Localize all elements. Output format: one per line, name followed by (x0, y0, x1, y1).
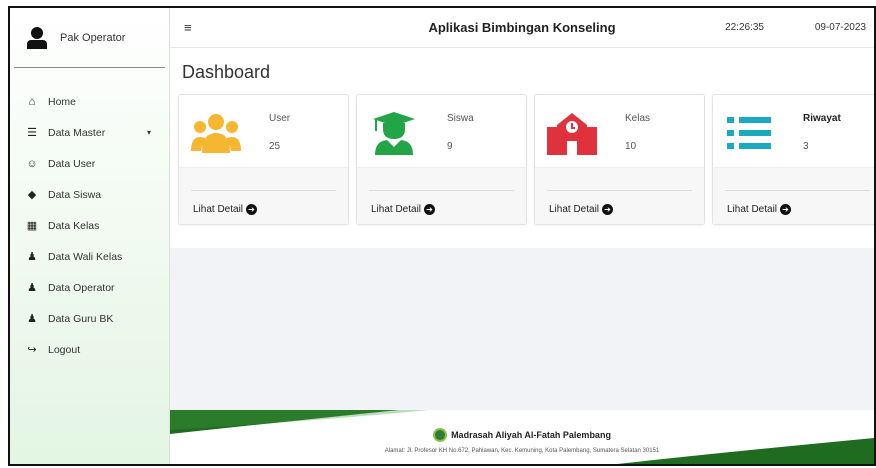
divider (369, 190, 514, 191)
sidebar-item-label: Data Master (48, 126, 106, 139)
divider (725, 190, 870, 191)
content-area (170, 248, 874, 410)
footer: Madrasah Aliyah Al-Fatah Palembang Alama… (170, 410, 874, 464)
detail-label: Lihat Detail (549, 204, 600, 215)
sidebar-item-data-operator[interactable]: ♟ Data Operator (10, 272, 169, 303)
divider (191, 190, 336, 191)
list-icon (727, 117, 771, 149)
arrow-circle-right-icon: ➔ (602, 204, 614, 215)
teacher-icon: ♟ (27, 251, 37, 263)
card-value: 10 (625, 141, 637, 152)
sidebar-item-label: Home (48, 95, 77, 108)
sidebar-item-label: Logout (48, 343, 81, 356)
card-value: 25 (269, 141, 281, 152)
card-label: Riwayat (803, 113, 841, 124)
sidebar-menu: ⌂ Home ☰ Data Master ▾ ☺ Data User ◆ Dat… (10, 68, 169, 365)
current-date: 09-07-2023 (814, 22, 866, 33)
sidebar-item-data-guru-bk[interactable]: ♟ Data Guru BK (10, 303, 169, 334)
arrow-circle-right-icon: ➔ (780, 204, 792, 215)
stat-cards: User 25 Lihat Detail ➔ Siswa 9 Lihat Det… (178, 94, 874, 225)
school-icon (547, 113, 597, 155)
sidebar-item-data-kelas[interactable]: ▦ Data Kelas (10, 210, 169, 241)
card-label: Kelas (625, 113, 651, 124)
sidebar-item-label: Data User (48, 157, 96, 170)
page-title: Dashboard (182, 62, 271, 82)
sidebar-item-label: Data Wali Kelas (48, 250, 123, 263)
clock-time: 22:26:35 (725, 22, 764, 33)
avatar-icon (26, 26, 48, 49)
view-detail-link[interactable]: Lihat Detail ➔ (193, 204, 258, 215)
card-value: 9 (447, 141, 453, 152)
operator-icon: ♟ (27, 282, 37, 294)
sidebar-item-label: Data Kelas (48, 219, 100, 232)
school-name: Madrasah Aliyah Al-Fatah Palembang (451, 430, 611, 440)
stat-card-riwayat: Riwayat 3 Lihat Detail ➔ (712, 94, 874, 225)
chevron-down-icon: ▾ (146, 128, 151, 137)
view-detail-link[interactable]: Lihat Detail ➔ (727, 204, 792, 215)
student-icon: ◆ (27, 189, 37, 201)
app-window: Pak Operator ⌂ Home ☰ Data Master ▾ ☺ Da… (8, 6, 876, 466)
stat-card-user: User 25 Lihat Detail ➔ (178, 94, 349, 225)
logout-icon: ↪ (27, 344, 37, 356)
view-detail-link[interactable]: Lihat Detail ➔ (549, 204, 614, 215)
sidebar-item-data-master[interactable]: ☰ Data Master ▾ (10, 117, 169, 148)
card-label: Siswa (447, 113, 474, 124)
sidebar-item-logout[interactable]: ↪ Logout (10, 334, 169, 365)
user-profile[interactable]: Pak Operator (14, 8, 165, 68)
school-address: Alamat: Jl. Profesor KH No.672, Pahlawan… (384, 448, 660, 454)
detail-label: Lihat Detail (371, 204, 422, 215)
app-title: Aplikasi Bimbingan Konseling (428, 20, 616, 35)
dashboard-section: Dashboard User 25 Lihat Detail ➔ Siswa 9… (170, 48, 874, 248)
stat-card-siswa: Siswa 9 Lihat Detail ➔ (356, 94, 527, 225)
sidebar-item-label: Data Guru BK (48, 312, 114, 325)
user-name: Pak Operator (60, 31, 126, 44)
arrow-circle-right-icon: ➔ (424, 204, 436, 215)
detail-label: Lihat Detail (727, 204, 778, 215)
school-logo-icon (433, 428, 448, 442)
home-icon: ⌂ (28, 95, 36, 108)
top-bar: ≡ Aplikasi Bimbingan Konseling 22:26:35 … (170, 8, 874, 48)
arrow-circle-right-icon: ➔ (246, 204, 258, 215)
sidebar-item-data-wali-kelas[interactable]: ♟ Data Wali Kelas (10, 241, 169, 272)
sidebar-item-data-user[interactable]: ☺ Data User (10, 148, 169, 179)
sidebar-item-home[interactable]: ⌂ Home (10, 86, 169, 117)
card-label: User (269, 113, 291, 124)
users-icon: ☺ (26, 157, 38, 170)
card-value: 3 (803, 141, 809, 152)
graduate-icon (373, 112, 415, 155)
sidebar-item-label: Data Operator (48, 281, 115, 294)
view-detail-link[interactable]: Lihat Detail ➔ (371, 204, 436, 215)
menu-toggle-icon[interactable]: ≡ (184, 20, 198, 35)
building-icon: ▦ (26, 220, 38, 232)
sidebar-item-label: Data Siswa (48, 188, 102, 201)
users-group-icon (191, 114, 241, 153)
counselor-icon: ♟ (27, 313, 37, 325)
stat-card-kelas: Kelas 10 Lihat Detail ➔ (534, 94, 705, 225)
sidebar: Pak Operator ⌂ Home ☰ Data Master ▾ ☺ Da… (10, 8, 170, 464)
database-icon: ☰ (27, 127, 37, 139)
sidebar-item-data-siswa[interactable]: ◆ Data Siswa (10, 179, 169, 210)
footer-school: Madrasah Aliyah Al-Fatah Palembang (170, 428, 874, 442)
detail-label: Lihat Detail (193, 204, 244, 215)
divider (547, 190, 692, 191)
